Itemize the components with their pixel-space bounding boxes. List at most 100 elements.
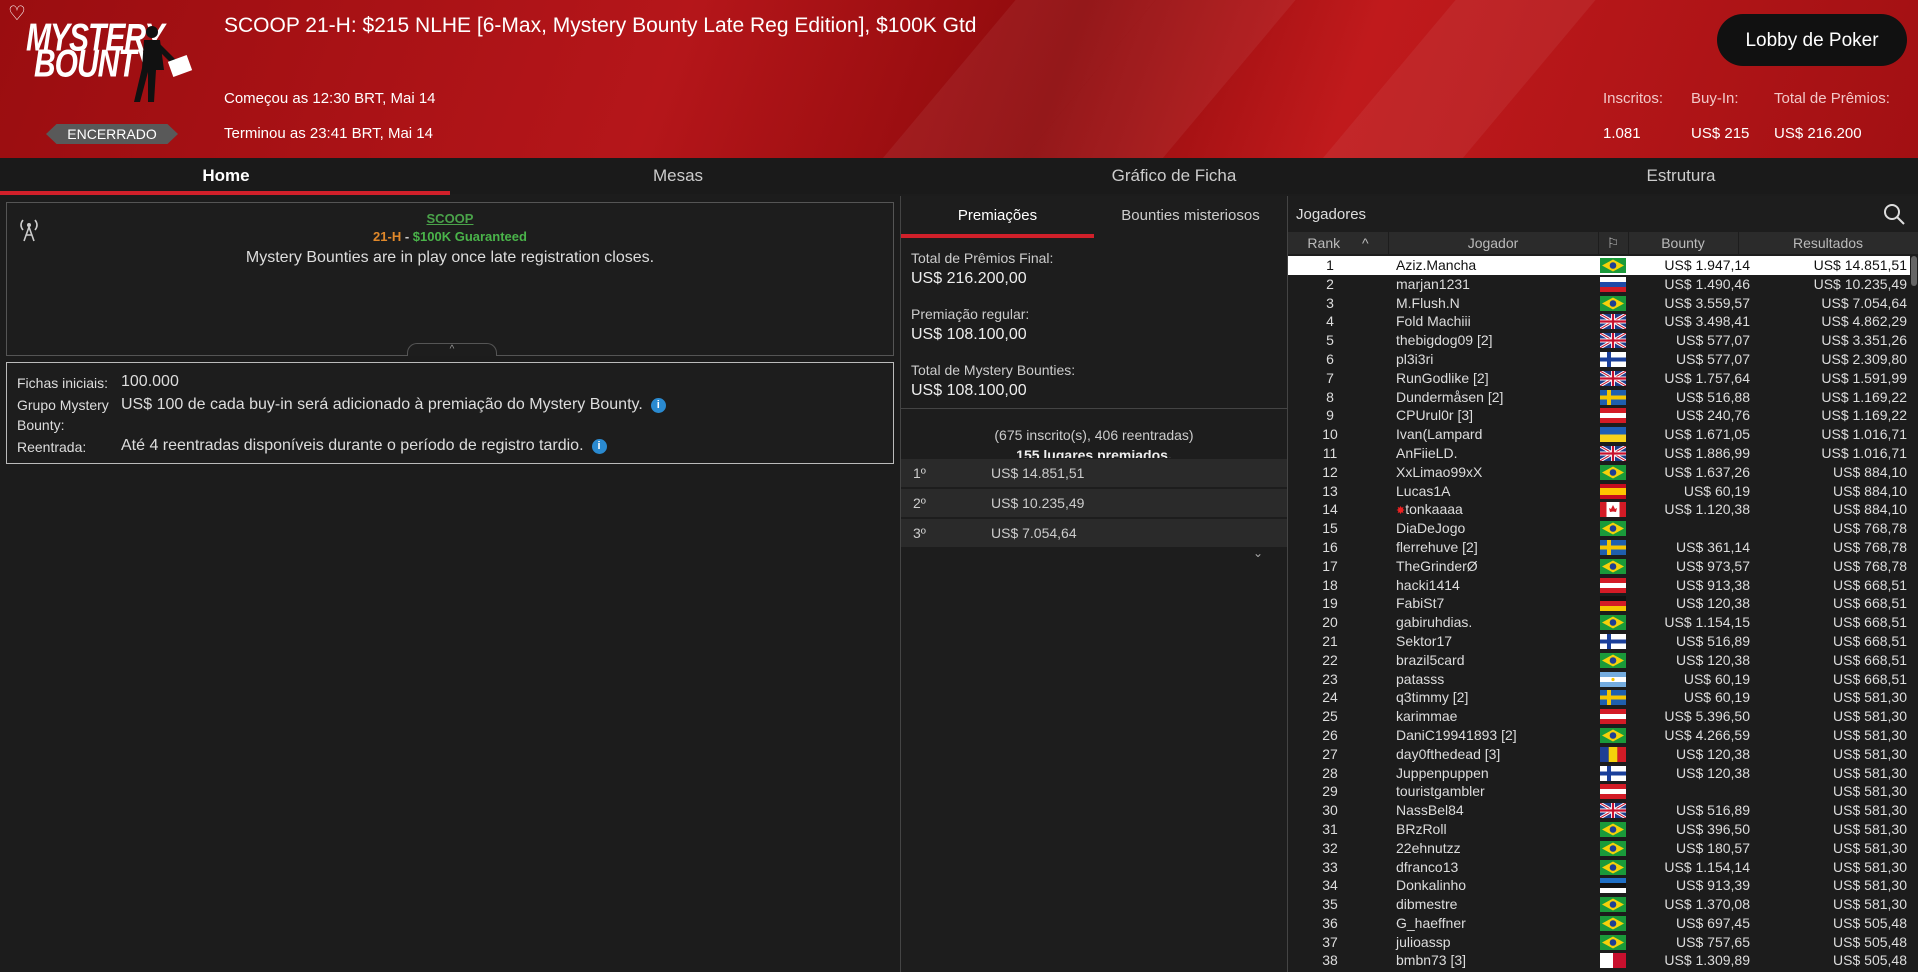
player-row[interactable]: 13 Lucas1A US$ 60,19 US$ 884,10 bbox=[1288, 481, 1910, 501]
player-row[interactable]: 27 day0fthedead [3] US$ 120,38 US$ 581,30 bbox=[1288, 744, 1910, 764]
player-name: Sektor17 bbox=[1396, 632, 1452, 650]
player-result: US$ 1.016,71 bbox=[1821, 444, 1907, 461]
regular-prize-value: US$ 108.100,00 bbox=[911, 326, 1027, 343]
end-time: Terminou as 23:41 BRT, Mai 14 bbox=[224, 125, 433, 142]
player-row[interactable]: 2 marjan1231 US$ 1.490,46 US$ 10.235,49 bbox=[1288, 274, 1910, 294]
flag-ro-icon bbox=[1600, 746, 1626, 762]
player-row[interactable]: 24 q3timmy [2] US$ 60,19 US$ 581,30 bbox=[1288, 688, 1910, 708]
player-row[interactable]: 21 Sektor17 US$ 516,89 US$ 668,51 bbox=[1288, 631, 1910, 651]
player-rank: 32 bbox=[1322, 839, 1338, 856]
player-rank: 2 bbox=[1326, 275, 1334, 292]
search-icon[interactable] bbox=[1882, 202, 1906, 226]
player-row[interactable]: 7 RunGodlike [2] US$ 1.757,64 US$ 1.591,99 bbox=[1288, 368, 1910, 388]
player-row[interactable]: 16 flerrehuve [2] US$ 361,14 US$ 768,78 bbox=[1288, 537, 1910, 557]
tournament-header: ♡ MYSTERY BOUNTY ENCERRADO SCOOP 21-H: $… bbox=[0, 0, 1918, 158]
player-result: US$ 581,30 bbox=[1833, 764, 1907, 781]
player-row[interactable]: 26 DaniC19941893 [2] US$ 4.266,59 US$ 581,3… bbox=[1288, 725, 1910, 745]
player-row[interactable]: 1 Aziz.Mancha US$ 1.947,14 US$ 14.851,51 bbox=[1288, 256, 1910, 275]
event-separator: - bbox=[401, 229, 413, 244]
player-result: US$ 581,30 bbox=[1833, 802, 1907, 819]
briefcase-man-icon bbox=[134, 26, 193, 102]
player-row[interactable]: 35 dibmestre US$ 1.370,08 US$ 581,30 bbox=[1288, 895, 1910, 914]
player-rank: 7 bbox=[1326, 369, 1334, 386]
prize-amount: US$ 7.054,64 bbox=[991, 525, 1077, 541]
player-rank: 1 bbox=[1326, 257, 1334, 273]
player-name-text: Lucas1A bbox=[1396, 482, 1451, 499]
event-headline: 21-H - $100K Guaranteed bbox=[7, 229, 893, 244]
player-row[interactable]: 38 bmbn73 [3] US$ 1.309,89 US$ 505,48 bbox=[1288, 951, 1910, 971]
expand-chevron-icon[interactable]: ⌄ bbox=[1253, 546, 1263, 560]
flag-column-icon[interactable]: ⚐ bbox=[1598, 232, 1629, 254]
collapse-chevron-icon[interactable]: ^ bbox=[407, 343, 497, 356]
player-row[interactable]: 9 CPUrul0r [3] US$ 240,76 US$ 1.169,22 bbox=[1288, 406, 1910, 426]
player-row[interactable]: 34 Donkalinho US$ 913,39 US$ 581,30 bbox=[1288, 876, 1910, 896]
player-result: US$ 581,30 bbox=[1833, 708, 1907, 725]
entrants-value: 1.081 bbox=[1603, 125, 1641, 142]
player-name-text: pl3i3ri bbox=[1396, 350, 1434, 367]
player-row[interactable]: 11 AnFiieLD. US$ 1.886,99 US$ 1.016,71 bbox=[1288, 443, 1910, 463]
flag-mt-icon bbox=[1600, 953, 1626, 969]
player-name: FabiSt7 bbox=[1396, 594, 1444, 612]
player-name-text: dibmestre bbox=[1396, 896, 1458, 913]
player-column-header[interactable]: Jogador bbox=[1388, 232, 1599, 254]
player-row[interactable]: 3 M.Flush.N US$ 3.559,57 US$ 7.054,64 bbox=[1288, 293, 1910, 313]
player-result: US$ 4.862,29 bbox=[1821, 313, 1907, 330]
player-name: XxLimao99xX bbox=[1396, 463, 1482, 481]
results-column-header[interactable]: Resultados bbox=[1738, 232, 1918, 254]
favorite-heart-icon[interactable]: ♡ bbox=[8, 4, 28, 24]
players-scrollbar[interactable] bbox=[1911, 256, 1917, 286]
player-result: US$ 581,30 bbox=[1833, 726, 1907, 743]
player-row[interactable]: 4 Fold Machiii US$ 3.498,41 US$ 4.862,29 bbox=[1288, 312, 1910, 332]
series-link[interactable]: SCOOP bbox=[7, 211, 893, 226]
player-row[interactable]: 29 touristgambler US$ 581,30 bbox=[1288, 782, 1910, 802]
info-icon[interactable]: i bbox=[591, 439, 607, 454]
player-name: AnFiieLD. bbox=[1396, 444, 1457, 462]
player-row[interactable]: 20 gabiruhdias. US$ 1.154,15 US$ 668,51 bbox=[1288, 613, 1910, 632]
player-row[interactable]: 5 thebigdog09 [2] US$ 577,07 US$ 3.351,26 bbox=[1288, 331, 1910, 350]
player-name-text: dfranco13 bbox=[1396, 858, 1459, 875]
player-row[interactable]: 19 FabiSt7 US$ 120,38 US$ 668,51 bbox=[1288, 594, 1910, 614]
player-row[interactable]: 37 julioassp US$ 757,65 US$ 505,48 bbox=[1288, 932, 1910, 952]
tab-home[interactable]: Home bbox=[0, 158, 452, 194]
tab-mystery-bounties[interactable]: Bounties misteriosos bbox=[1094, 196, 1287, 238]
tab-chip-graph[interactable]: Gráfico de Ficha bbox=[904, 158, 1444, 194]
player-bounty: US$ 973,57 bbox=[1676, 557, 1750, 574]
player-row[interactable]: 14 ✸tonkaaaa US$ 1.120,38 US$ 884,10 bbox=[1288, 500, 1910, 520]
player-name-text: 22ehnutzz bbox=[1396, 839, 1461, 856]
poker-lobby-button[interactable]: Lobby de Poker bbox=[1717, 14, 1907, 66]
player-row[interactable]: 18 hacki1414 US$ 913,38 US$ 668,51 bbox=[1288, 575, 1910, 595]
rank-column-header[interactable]: Rank ^ bbox=[1288, 232, 1389, 254]
player-row[interactable]: 25 karimmae US$ 5.396,50 US$ 581,30 bbox=[1288, 707, 1910, 726]
player-row[interactable]: 31 BRzRoll US$ 396,50 US$ 581,30 bbox=[1288, 819, 1910, 839]
player-name: Donkalinho bbox=[1396, 876, 1466, 894]
player-row[interactable]: 36 G_haeffner US$ 697,45 US$ 505,48 bbox=[1288, 913, 1910, 933]
player-name: brazil5card bbox=[1396, 651, 1464, 669]
prize-row: 3º US$ 7.054,64 bbox=[901, 518, 1287, 547]
player-name-text: Dundermåsen [2] bbox=[1396, 388, 1504, 405]
mystery-group-label: Grupo Mystery bbox=[17, 397, 109, 413]
player-row[interactable]: 30 NassBel84 US$ 516,89 US$ 581,30 bbox=[1288, 801, 1910, 820]
player-row[interactable]: 23 patasss US$ 60,19 US$ 668,51 bbox=[1288, 669, 1910, 689]
flag-gb-icon bbox=[1600, 370, 1626, 386]
player-row[interactable]: 8 Dundermåsen [2] US$ 516,88 US$ 1.169,22 bbox=[1288, 387, 1910, 407]
player-name-text: Ivan(Lampard bbox=[1396, 426, 1483, 443]
info-icon[interactable]: i bbox=[650, 398, 666, 413]
player-row[interactable]: 17 TheGrinderØ US$ 973,57 US$ 768,78 bbox=[1288, 556, 1910, 576]
flag-se-icon bbox=[1600, 539, 1626, 555]
player-row[interactable]: 33 dfranco13 US$ 1.154,14 US$ 581,30 bbox=[1288, 857, 1910, 877]
player-row[interactable]: 32 22ehnutzz US$ 180,57 US$ 581,30 bbox=[1288, 838, 1910, 858]
player-row[interactable]: 28 Juppenpuppen US$ 120,38 US$ 581,30 bbox=[1288, 763, 1910, 783]
tab-prizes[interactable]: Premiações bbox=[901, 196, 1094, 238]
player-row[interactable]: 6 pl3i3ri US$ 577,07 US$ 2.309,80 bbox=[1288, 349, 1910, 369]
player-row[interactable]: 12 XxLimao99xX US$ 1.637,26 US$ 884,10 bbox=[1288, 462, 1910, 482]
player-row[interactable]: 15 DiaDeJogo US$ 768,78 bbox=[1288, 519, 1910, 538]
player-row[interactable]: 10 Ivan(Lampard US$ 1.671,05 US$ 1.016,71 bbox=[1288, 425, 1910, 444]
tab-structure[interactable]: Estrutura bbox=[1444, 158, 1918, 194]
player-name-text: thebigdog09 [2] bbox=[1396, 332, 1493, 349]
player-row[interactable]: 22 brazil5card US$ 120,38 US$ 668,51 bbox=[1288, 650, 1910, 670]
player-rank: 28 bbox=[1322, 764, 1338, 781]
bounty-column-header[interactable]: Bounty bbox=[1628, 232, 1739, 254]
player-name-text: day0fthedead [3] bbox=[1396, 745, 1501, 762]
player-bounty: US$ 240,76 bbox=[1676, 407, 1750, 424]
tab-tables[interactable]: Mesas bbox=[452, 158, 904, 194]
